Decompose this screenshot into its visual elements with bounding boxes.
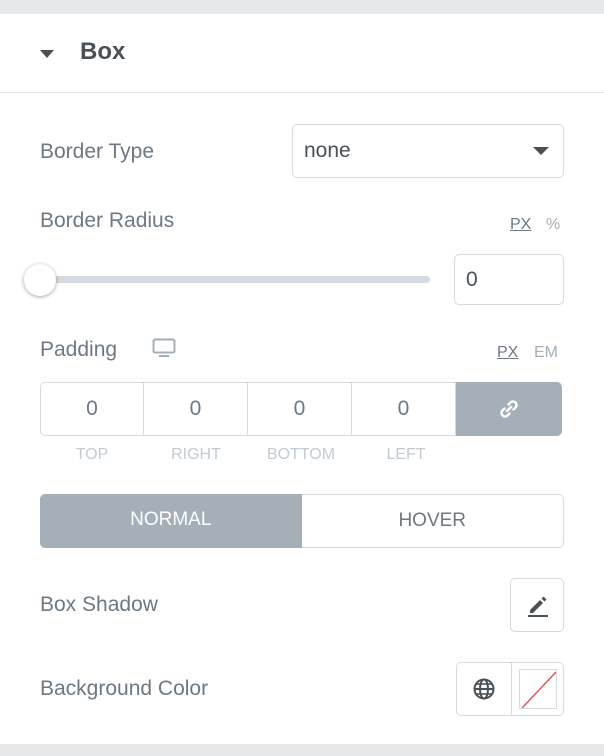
chevron-down-icon xyxy=(533,147,549,155)
padding-unit-em[interactable]: EM xyxy=(534,344,558,362)
padding-left-value: 0 xyxy=(397,397,410,420)
background-color-control xyxy=(456,662,564,716)
border-radius-unit-px[interactable]: PX xyxy=(510,216,531,234)
padding-top-value: 0 xyxy=(86,397,98,420)
color-swatch-none[interactable] xyxy=(519,669,557,709)
border-radius-label: Border Radius xyxy=(40,209,175,232)
caret-down-icon[interactable] xyxy=(40,50,54,58)
padding-dimensions: 0 0 0 0 xyxy=(40,382,564,436)
state-tabs: NORMAL HOVER xyxy=(40,494,564,548)
link-icon xyxy=(500,400,518,418)
padding-top-label: TOP xyxy=(75,446,109,463)
no-color-slash-icon xyxy=(521,671,556,708)
padding-bottom-label: BOTTOM xyxy=(266,446,336,463)
section-header-box[interactable]: Box xyxy=(0,14,604,93)
border-type-label: Border Type xyxy=(40,140,155,163)
padding-bottom-value: 0 xyxy=(293,397,306,420)
padding-unit-px[interactable]: PX xyxy=(497,344,518,362)
padding-bottom-input[interactable]: 0 xyxy=(248,382,352,436)
padding-right-input[interactable]: 0 xyxy=(144,382,248,436)
globe-icon[interactable] xyxy=(472,677,496,701)
tab-normal[interactable]: NORMAL xyxy=(40,494,302,548)
padding-left-input[interactable]: 0 xyxy=(352,382,456,436)
border-radius-slider-track[interactable] xyxy=(40,276,430,283)
padding-left-label: LEFT xyxy=(386,446,426,463)
padding-label: Padding xyxy=(40,338,118,361)
padding-right-value: 0 xyxy=(189,397,202,420)
color-control-divider xyxy=(511,663,512,715)
border-radius-unit-percent[interactable]: % xyxy=(546,216,560,234)
pencil-edit-icon xyxy=(528,596,548,617)
border-radius-value: 0 xyxy=(466,268,478,291)
link-values-button[interactable] xyxy=(456,382,562,436)
border-radius-input[interactable]: 0 xyxy=(454,254,564,305)
tab-hover[interactable]: HOVER xyxy=(301,494,564,548)
box-shadow-edit-button[interactable] xyxy=(510,578,564,632)
border-type-select[interactable]: none xyxy=(292,124,564,178)
border-type-value: none xyxy=(304,139,351,162)
style-panel: Box Border Type none Border Radius PX % … xyxy=(0,14,604,744)
padding-top-input[interactable]: 0 xyxy=(40,382,144,436)
padding-right-label: RIGHT xyxy=(171,446,221,463)
section-title: Box xyxy=(80,38,126,65)
box-shadow-label: Box Shadow xyxy=(40,593,158,616)
border-radius-slider-handle[interactable] xyxy=(24,264,56,296)
background-color-label: Background Color xyxy=(40,677,209,700)
desktop-monitor-icon[interactable] xyxy=(152,338,176,358)
